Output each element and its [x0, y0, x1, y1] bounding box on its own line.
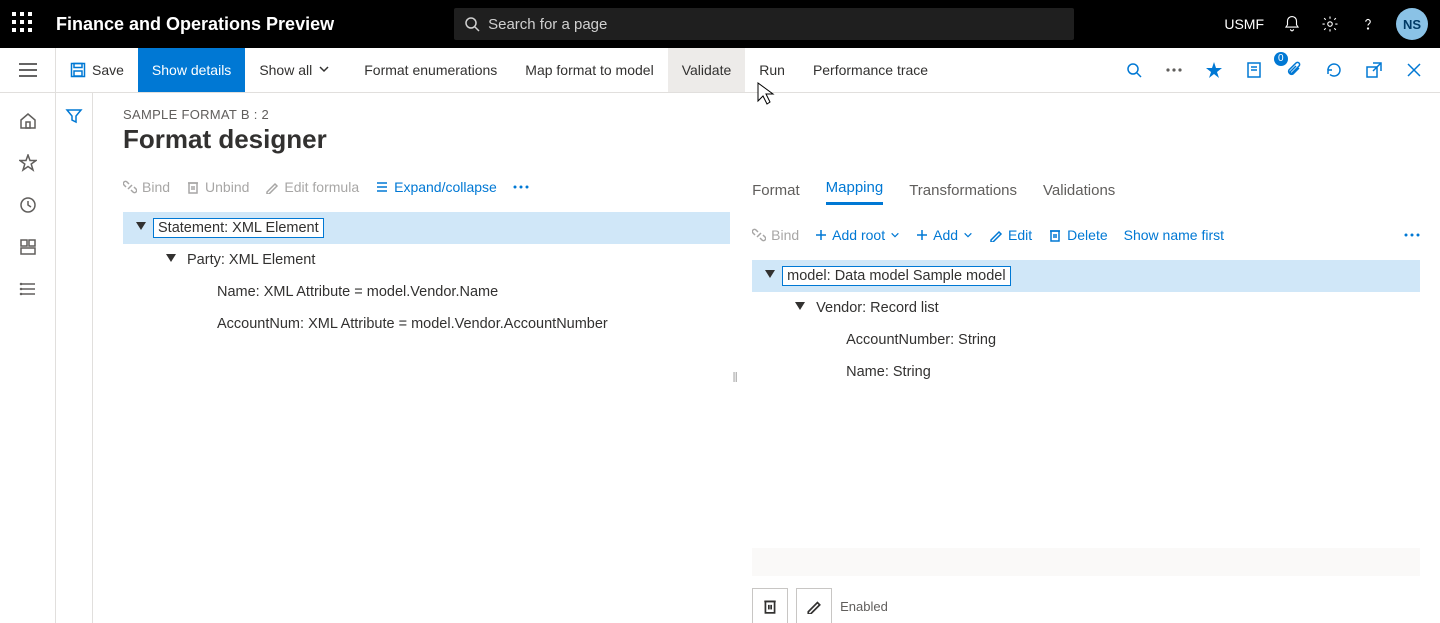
format-enumerations-button[interactable]: Format enumerations	[350, 48, 511, 92]
tree-caret-icon[interactable]	[758, 268, 782, 284]
tree-node-label: Party: XML Element	[183, 250, 319, 270]
footer-delete-icon[interactable]	[752, 588, 788, 623]
right-tabs: Format Mapping Transformations Validatio…	[752, 169, 1420, 205]
show-details-button[interactable]: Show details	[138, 48, 245, 92]
filter-rail	[56, 93, 93, 623]
action-bar: Save Show details Show all Format enumer…	[0, 48, 1440, 93]
tab-format[interactable]: Format	[752, 182, 800, 205]
legal-entity[interactable]: USMF	[1224, 16, 1264, 32]
attachments-icon[interactable]: 0	[1280, 56, 1308, 84]
mapping-bind-button[interactable]: Bind	[752, 227, 799, 243]
hamburger-icon[interactable]	[0, 48, 56, 92]
add-button[interactable]: Add	[916, 227, 973, 243]
chevron-down-icon	[318, 62, 336, 78]
format-tree[interactable]: Statement: XML Element Party: XML Element…	[123, 211, 730, 340]
tree-node-label: Name: String	[842, 362, 935, 382]
waffle-icon[interactable]	[12, 12, 36, 36]
format-tree-toolbar: Bind Unbind Edit formula Expand/collapse	[123, 169, 730, 205]
splitter[interactable]: ‖	[730, 169, 740, 623]
modules-icon[interactable]	[18, 279, 38, 299]
edit-label: Edit	[1008, 227, 1032, 243]
run-button[interactable]: Run	[745, 48, 799, 92]
show-all-label: Show all	[259, 62, 312, 78]
add-root-label: Add root	[832, 227, 885, 243]
global-search[interactable]: Search for a page	[454, 8, 1074, 40]
left-nav-rail	[0, 93, 56, 623]
avatar[interactable]: NS	[1396, 8, 1428, 40]
close-icon[interactable]	[1400, 56, 1428, 84]
tree-node-label: Vendor: Record list	[812, 298, 943, 318]
expand-collapse-button[interactable]: Expand/collapse	[375, 179, 497, 195]
bind-label: Bind	[142, 179, 170, 195]
tree-node-label: AccountNumber: String	[842, 330, 1000, 350]
app-title: Finance and Operations Preview	[56, 14, 334, 35]
tree-row[interactable]: AccountNumber: String	[752, 324, 1420, 356]
footer-edit-icon[interactable]	[796, 588, 832, 623]
unbind-button[interactable]: Unbind	[186, 179, 249, 195]
mapping-footer: Enabled	[752, 582, 1420, 623]
gear-icon[interactable]	[1320, 14, 1340, 34]
bell-icon[interactable]	[1282, 14, 1302, 34]
tree-row[interactable]: AccountNum: XML Attribute = model.Vendor…	[123, 308, 730, 340]
enabled-label: Enabled	[840, 599, 888, 614]
workspaces-icon[interactable]	[18, 237, 38, 257]
show-name-first-button[interactable]: Show name first	[1124, 227, 1224, 243]
property-field-stub	[752, 548, 1420, 576]
tree-node-label: Name: XML Attribute = model.Vendor.Name	[213, 282, 502, 302]
tab-validations[interactable]: Validations	[1043, 182, 1115, 205]
save-button[interactable]: Save	[56, 48, 138, 92]
add-root-button[interactable]: Add root	[815, 227, 900, 243]
home-icon[interactable]	[18, 111, 38, 131]
tree-node-label: Statement: XML Element	[153, 218, 324, 238]
mapping-bind-label: Bind	[771, 227, 799, 243]
tree-row[interactable]: Party: XML Element	[123, 244, 730, 276]
expand-collapse-label: Expand/collapse	[394, 179, 497, 195]
options-icon[interactable]	[1200, 56, 1228, 84]
mapping-toolbar: Bind Add root Add Edit	[752, 217, 1420, 253]
edit-button[interactable]: Edit	[989, 227, 1032, 243]
bind-button[interactable]: Bind	[123, 179, 170, 195]
tab-mapping[interactable]: Mapping	[826, 179, 884, 205]
tree-row[interactable]: Name: XML Attribute = model.Vendor.Name	[123, 276, 730, 308]
top-right-controls: USMF NS	[1224, 8, 1428, 40]
recent-icon[interactable]	[18, 195, 38, 215]
edit-formula-button[interactable]: Edit formula	[265, 179, 359, 195]
popout-icon[interactable]	[1360, 56, 1388, 84]
tree-caret-icon[interactable]	[159, 252, 183, 268]
tree-caret-icon[interactable]	[129, 220, 153, 236]
help-icon[interactable]	[1358, 14, 1378, 34]
filter-icon[interactable]	[65, 107, 83, 623]
map-format-to-model-button[interactable]: Map format to model	[511, 48, 667, 92]
save-button-label: Save	[92, 62, 124, 78]
tab-transformations[interactable]: Transformations	[909, 182, 1017, 205]
tree-row[interactable]: Name: String	[752, 356, 1420, 388]
tree-node-label: AccountNum: XML Attribute = model.Vendor…	[213, 314, 612, 334]
more-icon[interactable]	[513, 185, 529, 189]
show-all-button[interactable]: Show all	[245, 48, 350, 92]
page-title: Format designer	[123, 124, 1420, 155]
mapping-more-icon[interactable]	[1404, 233, 1420, 237]
search-placeholder: Search for a page	[488, 16, 607, 33]
tree-row[interactable]: Vendor: Record list	[752, 292, 1420, 324]
tree-row[interactable]: model: Data model Sample model	[752, 260, 1420, 292]
find-icon[interactable]	[1120, 56, 1148, 84]
add-label: Add	[933, 227, 958, 243]
mapping-tree[interactable]: model: Data model Sample model Vendor: Re…	[752, 259, 1420, 388]
unbind-label: Unbind	[205, 179, 249, 195]
top-header: Finance and Operations Preview Search fo…	[0, 0, 1440, 48]
star-icon[interactable]	[18, 153, 38, 173]
breadcrumb: SAMPLE FORMAT B : 2	[123, 107, 1420, 122]
page-icon[interactable]	[1240, 56, 1268, 84]
edit-formula-label: Edit formula	[284, 179, 359, 195]
tree-node-label: model: Data model Sample model	[782, 266, 1010, 286]
delete-button[interactable]: Delete	[1048, 227, 1107, 243]
refresh-icon[interactable]	[1320, 56, 1348, 84]
tree-row[interactable]: Statement: XML Element	[123, 212, 730, 244]
delete-label: Delete	[1067, 227, 1107, 243]
attachments-badge: 0	[1274, 52, 1288, 66]
more-horizontal-icon[interactable]	[1160, 56, 1188, 84]
validate-button[interactable]: Validate	[668, 48, 746, 92]
performance-trace-button[interactable]: Performance trace	[799, 48, 942, 92]
tree-caret-icon[interactable]	[788, 300, 812, 316]
